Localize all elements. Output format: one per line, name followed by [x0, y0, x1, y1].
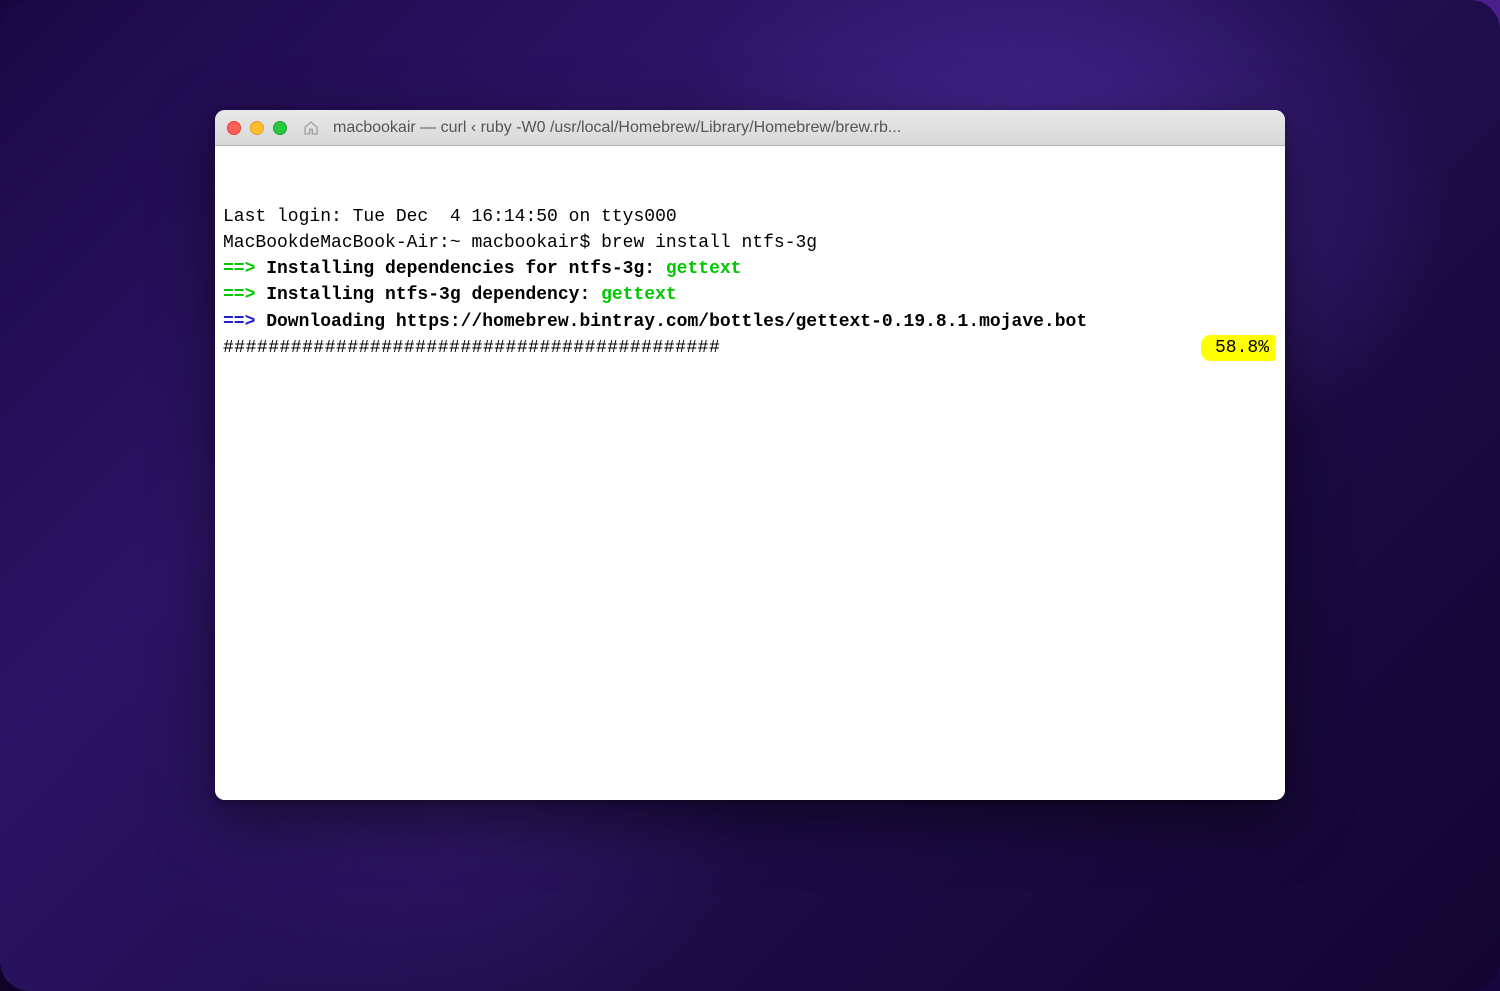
download-url: Downloading https://homebrew.bintray.com…: [255, 312, 1087, 332]
terminal-body[interactable]: Last login: Tue Dec 4 16:14:50 on ttys00…: [215, 146, 1285, 800]
window-title: macbookair — curl ‹ ruby -W0 /usr/local/…: [333, 119, 1273, 137]
title-bar[interactable]: macbookair — curl ‹ ruby -W0 /usr/local/…: [215, 110, 1285, 146]
last-login-line: Last login: Tue Dec 4 16:14:50 on ttys00…: [223, 204, 1277, 230]
arrow-icon: ==>: [223, 312, 255, 332]
close-button[interactable]: [227, 121, 241, 135]
terminal-window: macbookair — curl ‹ ruby -W0 /usr/local/…: [215, 110, 1285, 800]
arrow-icon: ==>: [223, 259, 255, 279]
progress-bar: ########################################…: [223, 335, 720, 361]
traffic-lights: [227, 121, 287, 135]
progress-line: ########################################…: [223, 335, 1277, 361]
output-line-2: ==> Installing ntfs-3g dependency: gette…: [223, 282, 1277, 308]
prompt-line: MacBookdeMacBook-Air:~ macbookair$ brew …: [223, 230, 1277, 256]
progress-percent: 58.8%: [1201, 335, 1275, 361]
command-text: brew install ntfs-3g: [601, 233, 817, 253]
output-text: Installing ntfs-3g dependency:: [255, 285, 601, 305]
dependency-name: gettext: [666, 259, 742, 279]
output-text: Installing dependencies for ntfs-3g:: [255, 259, 665, 279]
shell-prompt: MacBookdeMacBook-Air:~ macbookair$: [223, 233, 601, 253]
minimize-button[interactable]: [250, 121, 264, 135]
maximize-button[interactable]: [273, 121, 287, 135]
output-line-1: ==> Installing dependencies for ntfs-3g:…: [223, 256, 1277, 282]
home-icon: [303, 120, 319, 136]
arrow-icon: ==>: [223, 285, 255, 305]
dependency-name: gettext: [601, 285, 677, 305]
output-line-3: ==> Downloading https://homebrew.bintray…: [223, 309, 1277, 335]
